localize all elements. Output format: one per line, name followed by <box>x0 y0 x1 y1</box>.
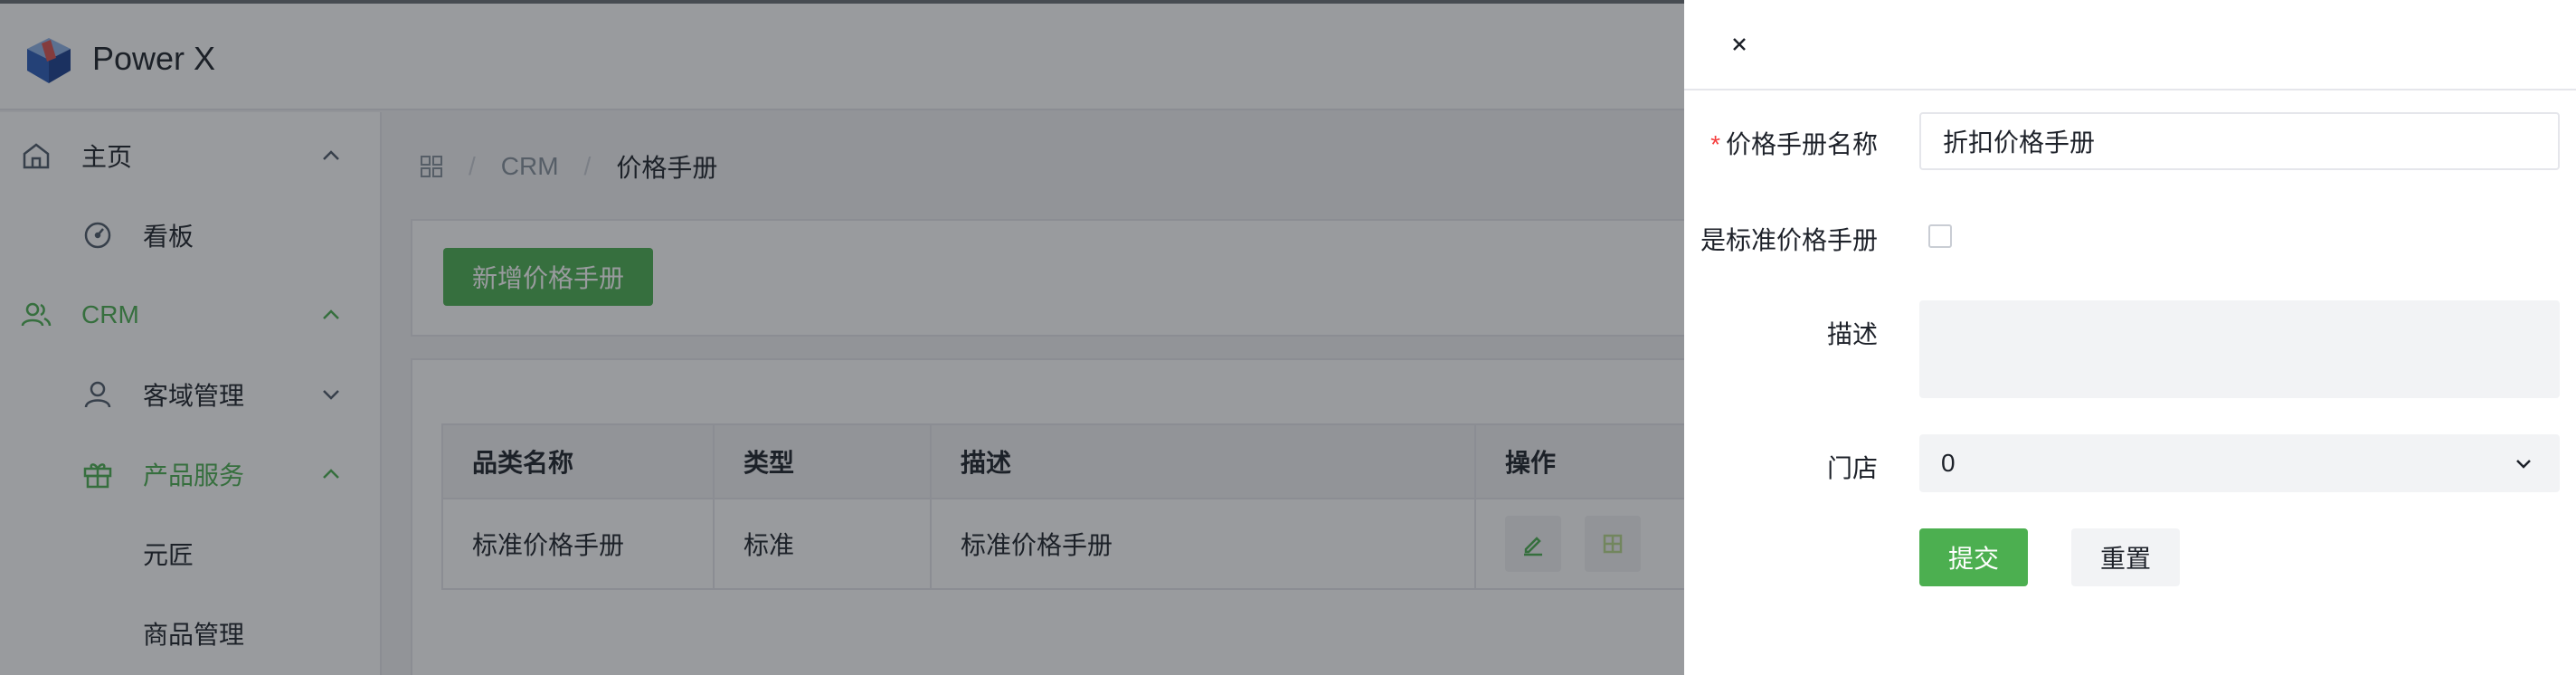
required-marker: * <box>1710 130 1720 158</box>
submit-button[interactable]: 提交 <box>1919 528 2028 586</box>
drawer-header <box>1684 0 2576 90</box>
close-icon[interactable] <box>1726 31 1753 58</box>
is-standard-checkbox[interactable] <box>1928 224 1952 248</box>
store-select-value: 0 <box>1941 449 1956 477</box>
store-select[interactable]: 0 <box>1919 434 2560 492</box>
reset-button[interactable]: 重置 <box>2071 528 2180 586</box>
is-standard-label: 是标准价格手册 <box>1700 226 1878 254</box>
description-textarea[interactable] <box>1919 300 2560 398</box>
price-book-drawer: * 价格手册名称 折扣价格手册 是标准价格手册 描述 门店 0 提交 重置 <box>1684 0 2576 675</box>
description-label: 描述 <box>1826 320 1878 348</box>
price-book-name-input[interactable]: 折扣价格手册 <box>1919 112 2560 170</box>
chevron-down-icon <box>2516 460 2531 469</box>
store-label: 门店 <box>1826 454 1878 482</box>
name-label: * 价格手册名称 <box>1710 130 1878 158</box>
